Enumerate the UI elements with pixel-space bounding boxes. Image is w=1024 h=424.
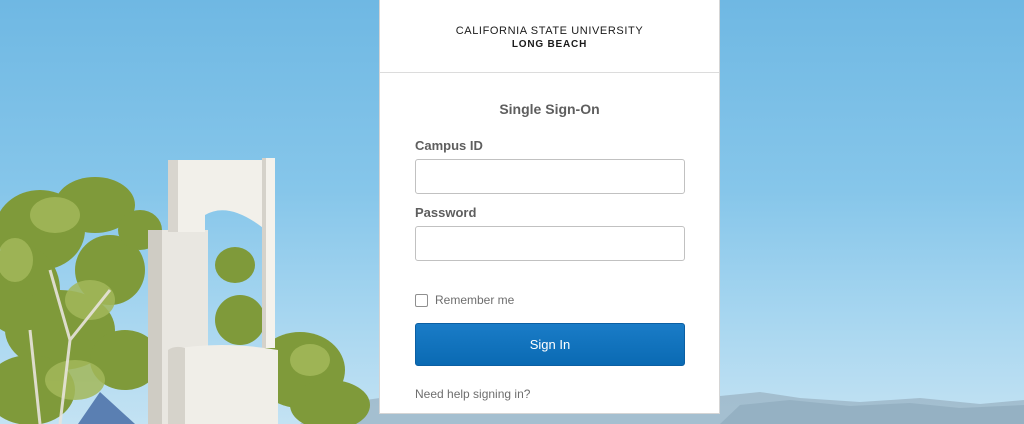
login-page: CALIFORNIA STATE UNIVERSITY LONG BEACH S… [0, 0, 1024, 424]
form-title: Single Sign-On [499, 101, 600, 117]
logo-university-name: CALIFORNIA STATE UNIVERSITY [455, 25, 644, 37]
university-logo: CALIFORNIA STATE UNIVERSITY LONG BEACH [380, 0, 719, 73]
campus-id-input[interactable] [415, 159, 685, 194]
login-form: Single Sign-On Campus ID Password Rememb… [380, 101, 719, 403]
password-input[interactable] [415, 226, 685, 261]
password-label: Password [415, 205, 477, 220]
remember-me-label[interactable]: Remember me [435, 293, 514, 307]
campus-id-label: Campus ID [415, 138, 483, 153]
sign-in-button[interactable]: Sign In [415, 323, 685, 366]
logo-campus-name: LONG BEACH [511, 39, 588, 50]
login-card: CALIFORNIA STATE UNIVERSITY LONG BEACH S… [379, 0, 720, 414]
checkbox-unchecked-icon[interactable] [415, 293, 428, 307]
remember-me-row[interactable]: Remember me [415, 292, 684, 308]
help-signing-in-link[interactable]: Need help signing in? [415, 387, 530, 401]
